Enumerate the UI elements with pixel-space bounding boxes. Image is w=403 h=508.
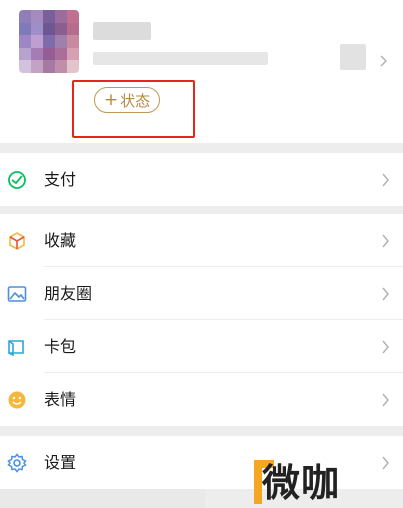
footer-strip (0, 489, 205, 508)
avatar[interactable] (19, 10, 79, 73)
menu-label-moments: 朋友圈 (44, 284, 93, 303)
menu-label-cards: 卡包 (44, 337, 77, 356)
menu-item-cards[interactable]: 卡包 (0, 320, 403, 373)
menu-item-pay[interactable]: 支付 (0, 153, 403, 206)
menu-item-favorites[interactable]: 收藏 (0, 214, 403, 267)
chevron-right-icon (382, 340, 389, 354)
gear-icon (6, 452, 28, 474)
watermark-logo: 微咖 (254, 454, 360, 505)
qr-code-blurred[interactable] (340, 44, 366, 70)
group-pay: 支付 (0, 153, 403, 206)
menu-label-favorites: 收藏 (44, 231, 77, 250)
menu-item-moments[interactable]: 朋友圈 (0, 267, 403, 320)
watermark-text: 微咖 (262, 460, 341, 505)
menu-label-stickers: 表情 (44, 390, 77, 409)
profile-id-blurred (93, 52, 268, 65)
smiley-icon (6, 389, 28, 411)
chevron-right-icon (382, 393, 389, 407)
wechat-pay-icon (6, 169, 28, 191)
menu-label-settings: 设置 (44, 453, 77, 472)
group-main: 收藏 朋友圈 卡包 表情 (0, 214, 403, 426)
wallet-icon (6, 336, 28, 358)
chevron-right-icon (382, 173, 389, 187)
photo-icon (6, 283, 28, 305)
chevron-right-icon (382, 234, 389, 248)
chevron-right-icon (380, 55, 388, 67)
profile-header[interactable]: + 状态 (0, 0, 403, 143)
menu-label-pay: 支付 (44, 170, 77, 189)
menu-item-stickers[interactable]: 表情 (0, 373, 403, 426)
cube-icon (6, 230, 28, 252)
highlight-box (72, 80, 195, 138)
chevron-right-icon (382, 287, 389, 301)
chevron-right-icon (382, 456, 389, 470)
profile-name-blurred (93, 22, 151, 40)
